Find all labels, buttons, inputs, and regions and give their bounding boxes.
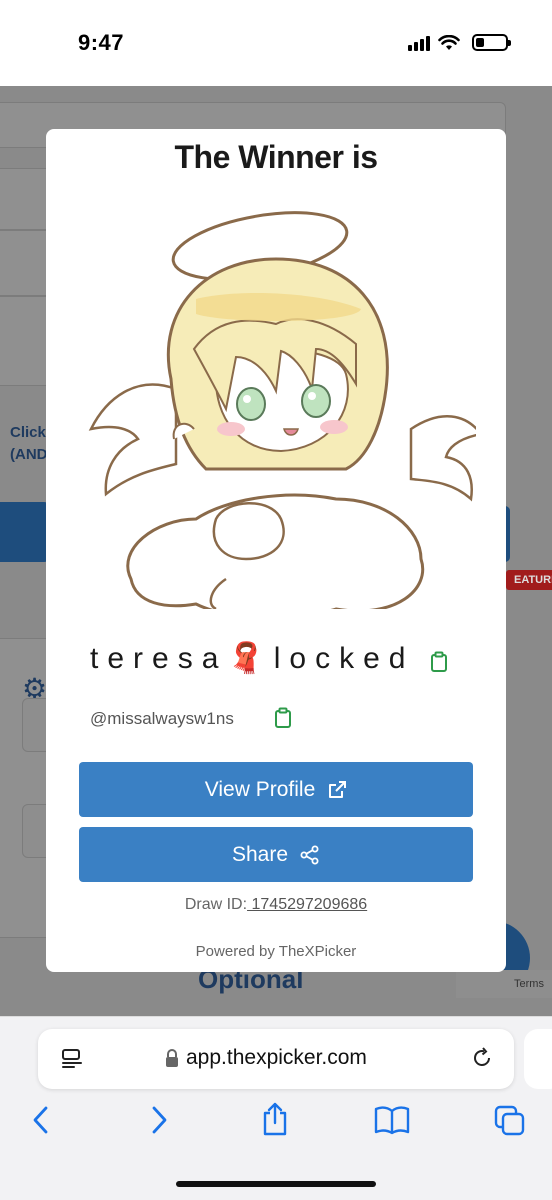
home-indicator xyxy=(176,1181,376,1187)
reload-icon[interactable] xyxy=(470,1046,494,1070)
modal-title: The Winner is xyxy=(174,139,378,175)
status-bar: 9:47 xyxy=(0,0,552,86)
status-time: 9:47 xyxy=(78,30,125,55)
browser-toolbar xyxy=(0,1102,552,1145)
winner-modal: The Winner is teresa🧣locked @missalwaysw… xyxy=(46,129,506,972)
share-button[interactable]: Share xyxy=(79,827,473,882)
share-label: Share xyxy=(231,842,289,866)
share-sheet-icon[interactable] xyxy=(260,1101,290,1137)
page-menu-icon[interactable] xyxy=(60,1047,84,1071)
next-tab-bar[interactable] xyxy=(524,1029,552,1089)
battery-level xyxy=(476,38,484,47)
winner-avatar xyxy=(76,199,484,620)
battery-icon xyxy=(472,34,511,51)
wifi-icon xyxy=(438,34,460,50)
bookmarks-icon[interactable] xyxy=(374,1105,410,1135)
copy-name-icon[interactable] xyxy=(430,651,448,678)
cellular-signal-icon xyxy=(408,35,430,51)
draw-id: Draw ID: 1745297209686 xyxy=(46,896,506,914)
forward-icon[interactable] xyxy=(148,1105,170,1135)
tabs-icon[interactable] xyxy=(494,1105,526,1137)
bg-terms-text: Terms xyxy=(456,970,552,998)
bg-click-text: Click xyxy=(10,424,46,441)
angel-illustration xyxy=(88,211,484,620)
draw-id-link[interactable]: 1745297209686 xyxy=(247,896,367,913)
draw-id-label: Draw ID: xyxy=(184,896,248,913)
view-profile-button[interactable]: View Profile xyxy=(79,762,473,817)
share-icon xyxy=(300,845,319,864)
external-link-icon xyxy=(329,780,347,798)
address-bar[interactable]: app.thexpicker.com xyxy=(38,1029,514,1089)
lock-icon xyxy=(166,1049,178,1067)
back-icon[interactable] xyxy=(30,1105,52,1135)
view-profile-label: View Profile xyxy=(204,777,316,801)
bg-feature-badge: EATURE xyxy=(506,570,552,590)
powered-by: Powered by TheXPicker xyxy=(195,943,357,960)
status-icons xyxy=(408,34,511,51)
winner-handle: @missalwaysw1ns xyxy=(90,709,234,728)
browser-bottom-bar: app.thexpicker.com xyxy=(0,1016,552,1200)
bg-blue-button xyxy=(0,502,50,562)
bg-and-text: (AND xyxy=(10,446,48,463)
winner-name: teresa🧣locked xyxy=(90,642,415,675)
copy-handle-icon[interactable] xyxy=(274,707,292,734)
url-text: app.thexpicker.com xyxy=(186,1046,367,1069)
